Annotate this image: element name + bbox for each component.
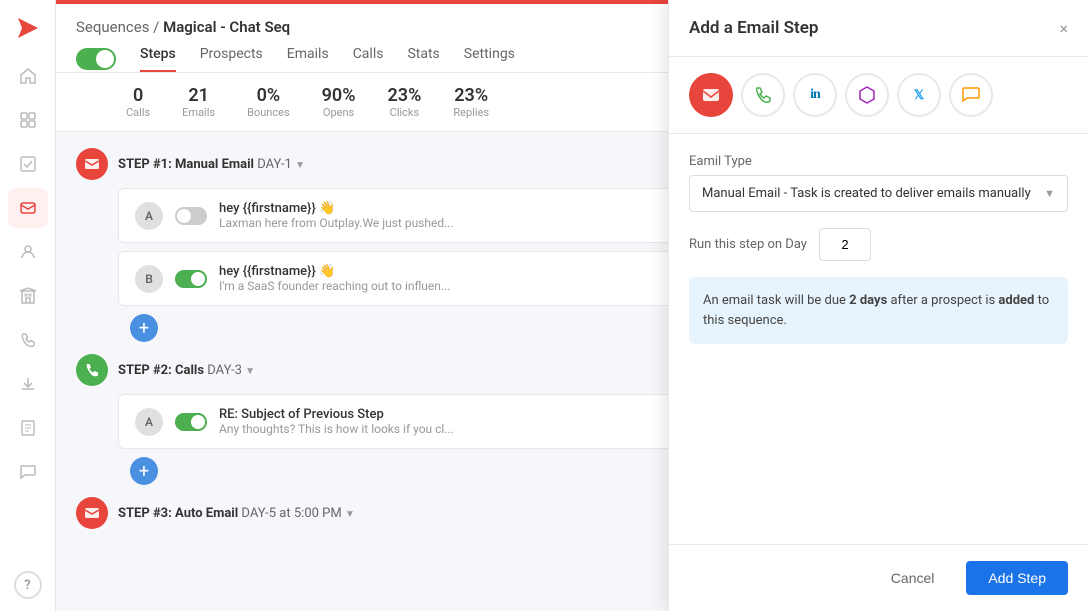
info-added: added <box>998 293 1034 308</box>
add-variant-1[interactable]: + <box>130 314 158 342</box>
linkedin-type-icon[interactable]: in <box>793 73 837 117</box>
sidebar-item-home[interactable] <box>8 56 48 96</box>
step-2-label: STEP #2: Calls DAY-3 ▼ <box>118 363 255 378</box>
message-type-icon[interactable] <box>949 73 993 117</box>
step-1-icon <box>76 148 108 180</box>
stat-opens: 90% Opens <box>322 85 356 119</box>
stat-calls: 0 Calls <box>126 85 150 119</box>
sidebar-item-email[interactable] <box>8 188 48 228</box>
avatar-1b: B <box>135 265 163 293</box>
step-3-label: STEP #3: Auto Email DAY-5 at 5:00 PM ▼ <box>118 506 355 521</box>
sidebar-item-dashboard[interactable] <box>8 100 48 140</box>
tab-steps[interactable]: Steps <box>140 46 176 72</box>
email-type-label: Eamil Type <box>689 154 1068 169</box>
tab-calls[interactable]: Calls <box>353 46 384 72</box>
tab-prospects[interactable]: Prospects <box>200 46 263 72</box>
main-content: Sequences / Magical - Chat Seq Steps Pro… <box>56 0 1088 611</box>
close-panel-button[interactable]: × <box>1059 19 1068 38</box>
step-2-icon <box>76 354 108 386</box>
tab-emails[interactable]: Emails <box>287 46 329 72</box>
add-variant-2[interactable]: + <box>130 457 158 485</box>
sidebar-item-chat[interactable] <box>8 452 48 492</box>
custom-type-icon[interactable] <box>845 73 889 117</box>
step-type-icon-bar: in 𝕏 <box>669 57 1088 134</box>
info-days: 2 days <box>849 293 887 308</box>
sidebar-item-help[interactable]: ? <box>14 571 42 599</box>
step-1-label: STEP #1: Manual Email DAY-1 ▼ <box>118 157 305 172</box>
stat-clicks: 23% Clicks <box>388 85 422 119</box>
panel-footer: Cancel Add Step <box>669 544 1088 611</box>
stat-bounces: 0% Bounces <box>247 85 290 119</box>
info-mid: after a prospect is <box>887 293 998 308</box>
sidebar-item-tasks[interactable] <box>8 144 48 184</box>
dropdown-arrow-icon: ▼ <box>1044 187 1055 200</box>
avatar-2a: A <box>135 408 163 436</box>
toggle-1b[interactable] <box>175 270 207 288</box>
tab-settings[interactable]: Settings <box>464 46 515 72</box>
email-type-value: Manual Email - Task is created to delive… <box>702 186 1031 201</box>
email-type-dropdown[interactable]: Manual Email - Task is created to delive… <box>689 175 1068 212</box>
phone-type-icon[interactable] <box>741 73 785 117</box>
add-step-button[interactable]: Add Step <box>966 561 1068 595</box>
sidebar-item-users[interactable] <box>8 232 48 272</box>
add-email-step-panel: Add a Email Step × in 𝕏 <box>668 0 1088 611</box>
run-day-row: Run this step on Day 2 <box>689 228 1068 261</box>
info-box: An email task will be due 2 days after a… <box>689 277 1068 344</box>
step-3-icon <box>76 497 108 529</box>
twitter-type-icon[interactable]: 𝕏 <box>897 73 941 117</box>
email-type-icon[interactable] <box>689 73 733 117</box>
tab-stats[interactable]: Stats <box>407 46 439 72</box>
run-day-label: Run this step on Day <box>689 237 807 252</box>
sidebar-item-building[interactable] <box>8 276 48 316</box>
panel-title: Add a Email Step <box>689 18 818 38</box>
sidebar-item-document[interactable] <box>8 408 48 448</box>
info-prefix: An email task will be due <box>703 293 849 308</box>
app-logo <box>12 12 44 44</box>
panel-header: Add a Email Step × <box>669 0 1088 57</box>
run-day-input[interactable]: 2 <box>819 228 871 261</box>
panel-body: Eamil Type Manual Email - Task is create… <box>669 134 1088 544</box>
sidebar: ? <box>0 0 56 611</box>
sidebar-item-download[interactable] <box>8 364 48 404</box>
sidebar-item-phone[interactable] <box>8 320 48 360</box>
cancel-button[interactable]: Cancel <box>871 561 955 595</box>
stat-emails: 21 Emails <box>182 85 215 119</box>
sequence-toggle[interactable] <box>76 48 116 70</box>
avatar-1a: A <box>135 202 163 230</box>
toggle-2a[interactable] <box>175 413 207 431</box>
toggle-1a[interactable] <box>175 207 207 225</box>
stat-replies: 23% Replies <box>453 85 489 119</box>
